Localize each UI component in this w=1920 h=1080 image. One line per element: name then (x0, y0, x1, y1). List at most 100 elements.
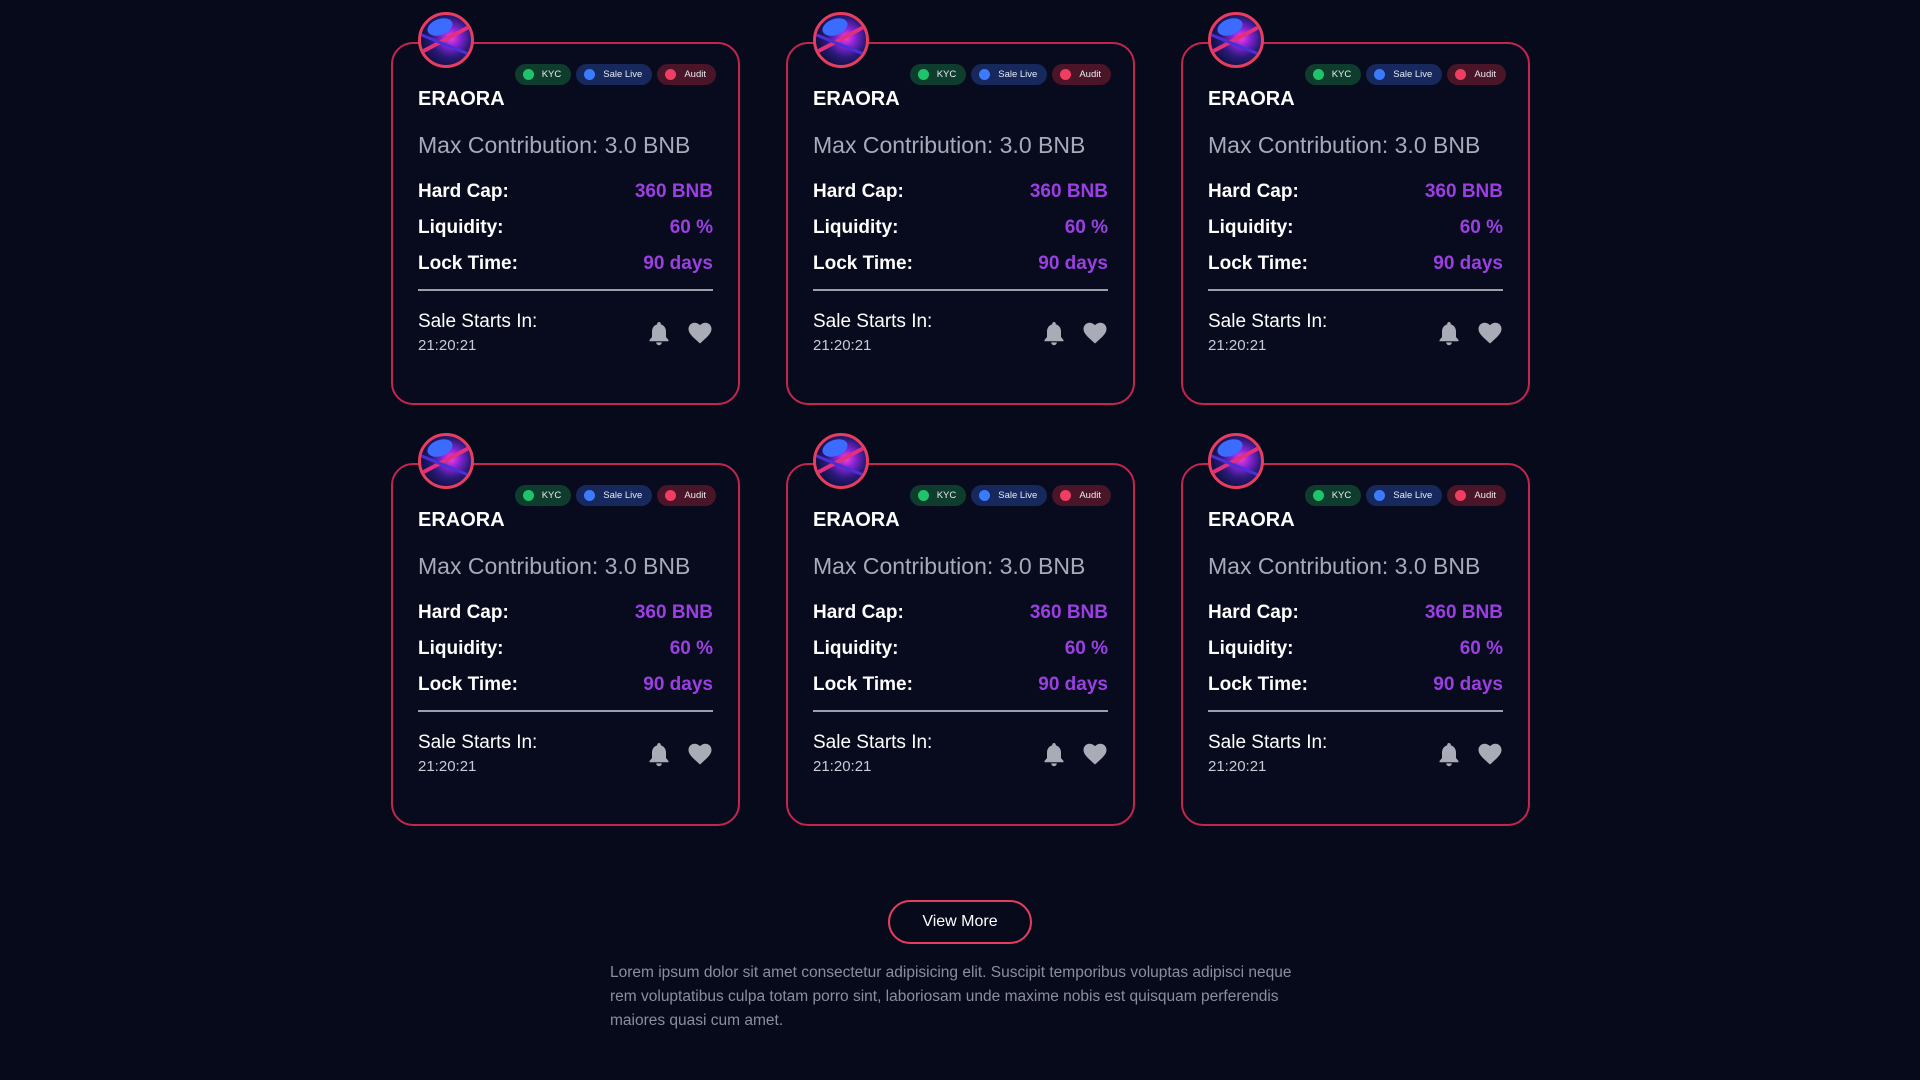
hard-cap-label: Hard Cap: (1208, 181, 1299, 202)
token-stats: Hard Cap: 360 BNB Liquidity: 60 % Lock T… (813, 601, 1108, 709)
status-badges: KYC Sale Live Audit (514, 485, 716, 506)
max-contribution: Max Contribution: 3.0 BNB (813, 553, 1086, 579)
lock-time-label: Lock Time: (418, 674, 518, 695)
presale-card-wrapper: KYC Sale Live Audit ERAORA Max Contribut… (786, 433, 1135, 826)
divider (1208, 289, 1503, 291)
kyc-badge-label: KYC (1331, 490, 1352, 501)
token-logo-icon (418, 433, 474, 489)
hard-cap-row: Hard Cap: 360 BNB (418, 180, 713, 216)
bell-icon[interactable] (647, 320, 671, 346)
heart-icon[interactable] (1477, 742, 1503, 766)
kyc-badge-label: KYC (936, 69, 957, 80)
token-stats: Hard Cap: 360 BNB Liquidity: 60 % Lock T… (418, 601, 713, 709)
liquidity-value: 60 % (1064, 217, 1108, 238)
kyc-badge: KYC (909, 64, 967, 85)
lock-time-label: Lock Time: (418, 253, 518, 274)
presale-card[interactable]: KYC Sale Live Audit ERAORA Max Contribut… (391, 433, 740, 826)
sale-live-badge: Sale Live (576, 485, 653, 506)
hard-cap-row: Hard Cap: 360 BNB (813, 180, 1108, 216)
audit-dot-icon (1455, 490, 1467, 501)
liquidity-label: Liquidity: (1208, 217, 1294, 238)
hard-cap-row: Hard Cap: 360 BNB (1208, 601, 1503, 637)
heart-icon[interactable] (1082, 742, 1108, 766)
liquidity-label: Liquidity: (813, 217, 899, 238)
lock-time-value: 90 days (643, 674, 713, 695)
divider (813, 710, 1108, 712)
lock-time-label: Lock Time: (1208, 253, 1308, 274)
liquidity-label: Liquidity: (1208, 638, 1294, 659)
kyc-dot-icon (917, 69, 929, 80)
heart-icon[interactable] (687, 321, 713, 345)
sale-live-dot-icon (584, 490, 596, 501)
heart-icon[interactable] (687, 742, 713, 766)
kyc-dot-icon (917, 490, 929, 501)
token-logo-icon (1208, 12, 1264, 68)
liquidity-label: Liquidity: (418, 638, 504, 659)
kyc-badge-label: KYC (1331, 69, 1352, 80)
lock-time-label: Lock Time: (813, 253, 913, 274)
kyc-dot-icon (522, 490, 534, 501)
sale-live-dot-icon (979, 69, 991, 80)
liquidity-row: Liquidity: 60 % (1208, 216, 1503, 252)
hard-cap-label: Hard Cap: (418, 602, 509, 623)
hard-cap-row: Hard Cap: 360 BNB (418, 601, 713, 637)
presale-card[interactable]: KYC Sale Live Audit ERAORA Max Contribut… (1181, 12, 1530, 405)
lock-time-row: Lock Time: 90 days (418, 673, 713, 709)
description-text: Lorem ipsum dolor sit amet consectetur a… (610, 964, 1292, 1029)
hard-cap-row: Hard Cap: 360 BNB (813, 601, 1108, 637)
kyc-badge-label: KYC (541, 69, 562, 80)
bell-icon[interactable] (1042, 741, 1066, 767)
kyc-badge-label: KYC (541, 490, 562, 501)
presale-card[interactable]: KYC Sale Live Audit ERAORA Max Contribut… (391, 12, 740, 405)
bell-icon[interactable] (647, 741, 671, 767)
token-name: ERAORA (813, 88, 900, 110)
presale-card-wrapper: KYC Sale Live Audit ERAORA Max Contribut… (1181, 12, 1530, 405)
sale-countdown-time: 21:20:21 (418, 758, 477, 775)
bell-icon[interactable] (1437, 741, 1461, 767)
sale-starts-label: Sale Starts In: (813, 311, 933, 332)
hard-cap-value: 360 BNB (1029, 602, 1108, 623)
sale-live-badge-label: Sale Live (1393, 69, 1433, 80)
sale-live-dot-icon (584, 69, 596, 80)
lock-time-row: Lock Time: 90 days (1208, 252, 1503, 288)
bell-icon[interactable] (1437, 320, 1461, 346)
heart-icon[interactable] (1477, 321, 1503, 345)
audit-dot-icon (1060, 69, 1072, 80)
hard-cap-value: 360 BNB (634, 181, 713, 202)
hard-cap-value: 360 BNB (1424, 602, 1503, 623)
sale-countdown: Sale Starts In: 21:20:21 (813, 310, 932, 354)
audit-badge-label: Audit (1079, 490, 1101, 501)
bell-icon[interactable] (1042, 320, 1066, 346)
liquidity-row: Liquidity: 60 % (418, 637, 713, 673)
sale-countdown: Sale Starts In: 21:20:21 (418, 731, 537, 775)
sale-countdown: Sale Starts In: 21:20:21 (418, 310, 537, 354)
status-badges: KYC Sale Live Audit (909, 64, 1111, 85)
presale-card[interactable]: KYC Sale Live Audit ERAORA Max Contribut… (786, 12, 1135, 405)
sale-starts-label: Sale Starts In: (418, 732, 538, 753)
kyc-badge: KYC (1304, 485, 1362, 506)
sale-countdown-time: 21:20:21 (813, 758, 872, 775)
liquidity-value: 60 % (669, 638, 713, 659)
sale-live-badge: Sale Live (971, 485, 1048, 506)
audit-dot-icon (1455, 69, 1467, 80)
heart-icon[interactable] (1082, 321, 1108, 345)
token-logo-icon (1208, 433, 1264, 489)
status-badges: KYC Sale Live Audit (514, 64, 716, 85)
hard-cap-label: Hard Cap: (418, 181, 509, 202)
card-actions (647, 320, 713, 346)
sale-countdown: Sale Starts In: 21:20:21 (1208, 310, 1327, 354)
sale-starts-label: Sale Starts In: (1208, 732, 1328, 753)
lock-time-row: Lock Time: 90 days (813, 673, 1108, 709)
kyc-badge: KYC (909, 485, 967, 506)
token-name: ERAORA (418, 509, 505, 531)
presale-card[interactable]: KYC Sale Live Audit ERAORA Max Contribut… (1181, 433, 1530, 826)
audit-badge: Audit (657, 485, 716, 506)
liquidity-row: Liquidity: 60 % (1208, 637, 1503, 673)
sale-countdown-time: 21:20:21 (813, 337, 872, 354)
sale-live-badge-label: Sale Live (603, 69, 643, 80)
presale-card[interactable]: KYC Sale Live Audit ERAORA Max Contribut… (786, 433, 1135, 826)
sale-live-dot-icon (1374, 69, 1386, 80)
view-more-button[interactable]: View More (888, 900, 1032, 944)
presale-card-wrapper: KYC Sale Live Audit ERAORA Max Contribut… (786, 12, 1135, 405)
presale-card-wrapper: KYC Sale Live Audit ERAORA Max Contribut… (391, 433, 740, 826)
